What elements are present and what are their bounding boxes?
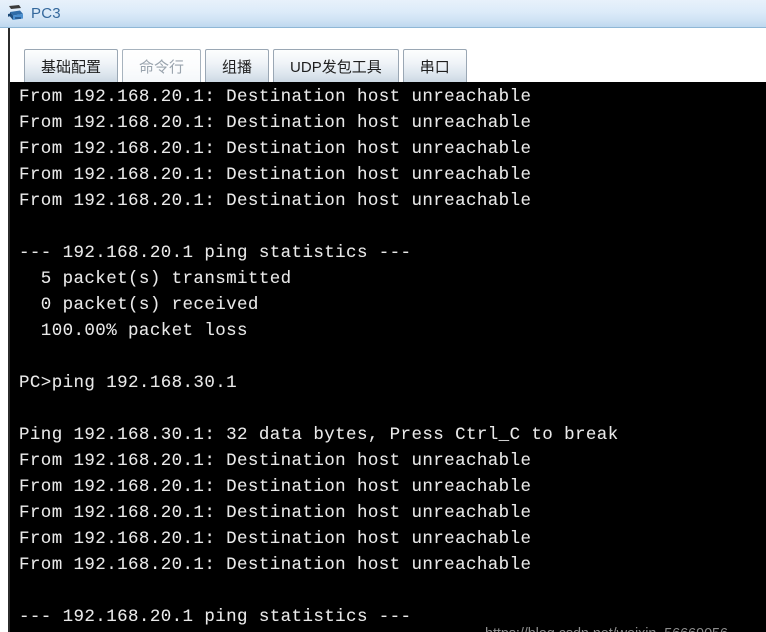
console-line: From 192.168.20.1: Destination host unre…	[19, 529, 532, 549]
console-line: --- 192.168.20.1 ping statistics ---	[19, 607, 412, 627]
console-line: From 192.168.20.1: Destination host unre…	[19, 555, 532, 575]
tab-udp-packet-tool-label: UDP发包工具	[290, 58, 382, 76]
tab-basic-config-label: 基础配置	[41, 58, 102, 76]
console-line: From 192.168.20.1: Destination host unre…	[19, 165, 532, 185]
window-title: PC3	[31, 4, 61, 22]
console-line: 0 packet(s) received	[19, 295, 259, 315]
console-line: From 192.168.20.1: Destination host unre…	[19, 191, 532, 211]
console-line: 100.00% packet loss	[19, 321, 248, 341]
console-line: From 192.168.20.1: Destination host unre…	[19, 87, 532, 107]
pc3-window: PC3 基础配置 命令行 组播 UDP发包工具 串口 From 192.168.…	[0, 0, 766, 632]
console-line: From 192.168.20.1: Destination host unre…	[19, 139, 532, 159]
tab-multicast[interactable]: 组播	[205, 49, 270, 82]
pc-device-icon	[6, 3, 28, 25]
window-client-area: 基础配置 命令行 组播 UDP发包工具 串口 From 192.168.20.1…	[0, 28, 766, 632]
console-line: From 192.168.20.1: Destination host unre…	[19, 451, 532, 471]
window-title-bar: PC3	[0, 0, 766, 28]
console-line: PC>ping 192.168.30.1	[19, 373, 238, 393]
tab-udp-packet-tool[interactable]: UDP发包工具	[273, 49, 399, 82]
tab-command-line[interactable]: 命令行	[122, 49, 202, 82]
tab-basic-config[interactable]: 基础配置	[24, 49, 119, 82]
tab-serial-port[interactable]: 串口	[402, 49, 467, 82]
console-line: From 192.168.20.1: Destination host unre…	[19, 477, 532, 497]
console-output: From 192.168.20.1: Destination host unre…	[10, 84, 766, 632]
tab-command-line-label: 命令行	[139, 58, 185, 76]
console-line: From 192.168.20.1: Destination host unre…	[19, 503, 532, 523]
console-line: 5 packet(s) transmitted	[19, 269, 292, 289]
console-line: --- 192.168.20.1 ping statistics ---	[19, 243, 412, 263]
tab-multicast-label: 组播	[222, 58, 253, 76]
tab-serial-port-label: 串口	[419, 58, 450, 76]
console-line: From 192.168.20.1: Destination host unre…	[19, 113, 532, 133]
tab-bar: 基础配置 命令行 组播 UDP发包工具 串口	[10, 46, 766, 82]
command-line-console[interactable]: From 192.168.20.1: Destination host unre…	[10, 82, 766, 632]
console-line: Ping 192.168.30.1: 32 data bytes, Press …	[19, 425, 619, 445]
